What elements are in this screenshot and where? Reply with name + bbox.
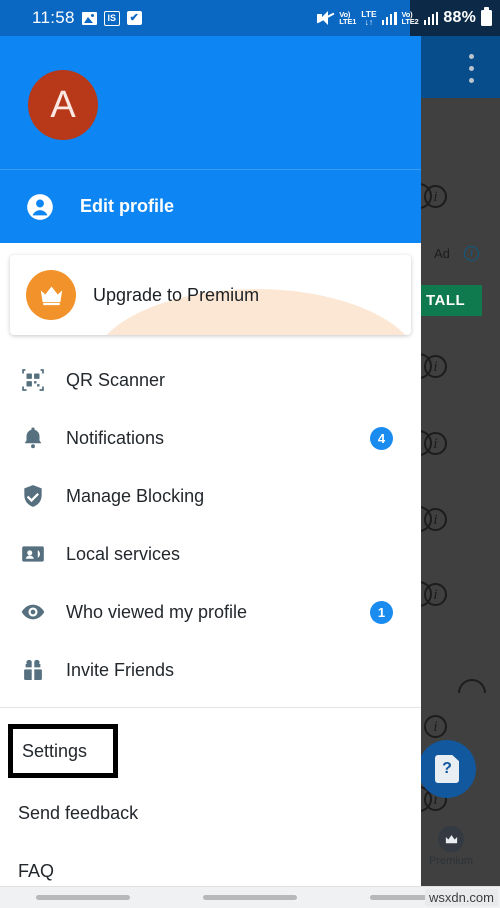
contact-card-icon [0, 541, 66, 567]
premium-card-label: Upgrade to Premium [93, 284, 260, 305]
mute-icon [316, 11, 335, 25]
status-bar: 11:58 IS ✔ Vo) LTE1 LTE ↓↑ Vo) LTE2 88% [0, 0, 500, 36]
edit-profile-label: Edit profile [80, 196, 174, 216]
menu-item-label: Manage Blocking [66, 485, 205, 506]
shield-check-icon [0, 483, 66, 509]
menu-item-invite-friends[interactable]: Invite Friends [0, 641, 421, 699]
status-bar-left: 11:58 IS ✔ [0, 8, 142, 28]
bottom-nav-premium-label: Premium [429, 855, 474, 867]
nav-back-pill[interactable] [36, 895, 131, 900]
sim2-signal-icon [423, 11, 439, 25]
ad-info-icon[interactable]: i [464, 246, 479, 261]
menu-item-label: Notifications [66, 427, 165, 448]
eye-icon [0, 599, 66, 625]
crown-icon [438, 826, 464, 852]
send-feedback-label: Send feedback [18, 802, 139, 823]
battery-percent: 88% [443, 9, 476, 26]
qr-code-icon [0, 367, 66, 393]
crown-icon [26, 270, 76, 320]
help-card-icon: ? [435, 755, 459, 783]
menu-item-qr-scanner[interactable]: QR Scanner [0, 351, 421, 409]
menu-item-settings[interactable]: Settings [8, 724, 118, 778]
avatar[interactable]: A [28, 70, 98, 140]
drawer-menu-list: QR Scanner Notifications 4 Manage Blocki… [0, 345, 421, 699]
drawer-footer-list: Settings Send feedback FAQ [0, 708, 421, 886]
bottom-nav-premium[interactable]: Premium [429, 826, 473, 867]
edit-profile-row[interactable]: Edit profile [0, 169, 421, 243]
profile-views-badge: 1 [370, 600, 393, 624]
sim1-signal-icon [381, 11, 397, 25]
menu-item-send-feedback[interactable]: Send feedback [0, 784, 421, 842]
navigation-drawer: A Edit profile Upgrade to Premium QR Sca… [0, 36, 421, 886]
menu-item-label: QR Scanner [66, 369, 166, 390]
watermark: wsxdn.com [424, 889, 498, 906]
menu-item-notifications[interactable]: Notifications 4 [0, 409, 421, 467]
gift-icon [0, 657, 66, 683]
ad-label: Ad [434, 246, 450, 261]
bell-icon [0, 425, 66, 451]
notifications-badge: 4 [370, 426, 393, 450]
clock: 11:58 [32, 8, 75, 27]
menu-item-label: Invite Friends [66, 659, 175, 680]
phone-screen: i Ad i TALL i i i i i ? i Premium A Edit… [0, 0, 500, 908]
settings-label: Settings [22, 740, 88, 761]
is-badge-icon: IS [103, 10, 120, 26]
upgrade-to-premium-card[interactable]: Upgrade to Premium [10, 255, 411, 335]
menu-item-faq[interactable]: FAQ [0, 842, 421, 886]
menu-item-who-viewed-my-profile[interactable]: Who viewed my profile 1 [0, 583, 421, 641]
menu-item-label: Who viewed my profile [66, 601, 248, 622]
battery-icon [481, 7, 492, 26]
menu-item-label: Local services [66, 543, 181, 564]
status-bar-right: Vo) LTE1 LTE ↓↑ Vo) LTE2 88% [316, 0, 492, 36]
nav-home-pill[interactable] [202, 895, 297, 900]
kebab-menu-icon[interactable] [469, 54, 474, 83]
lte-data-icon: LTE ↓↑ [361, 8, 377, 27]
menu-item-local-services[interactable]: Local services [0, 525, 421, 583]
person-icon [0, 193, 80, 221]
info-icon[interactable]: i [424, 715, 447, 738]
help-fab-button[interactable]: ? [418, 740, 476, 798]
drawer-header: A [0, 36, 421, 169]
sim2-volte-icon: Vo) LTE2 [401, 9, 419, 26]
photo-icon [81, 11, 97, 25]
menu-item-manage-blocking[interactable]: Manage Blocking [0, 467, 421, 525]
faq-label: FAQ [18, 860, 55, 881]
install-button[interactable]: TALL [418, 285, 482, 316]
sim1-volte-icon: Vo) LTE1 [339, 9, 357, 26]
check-icon: ✔ [126, 11, 142, 25]
